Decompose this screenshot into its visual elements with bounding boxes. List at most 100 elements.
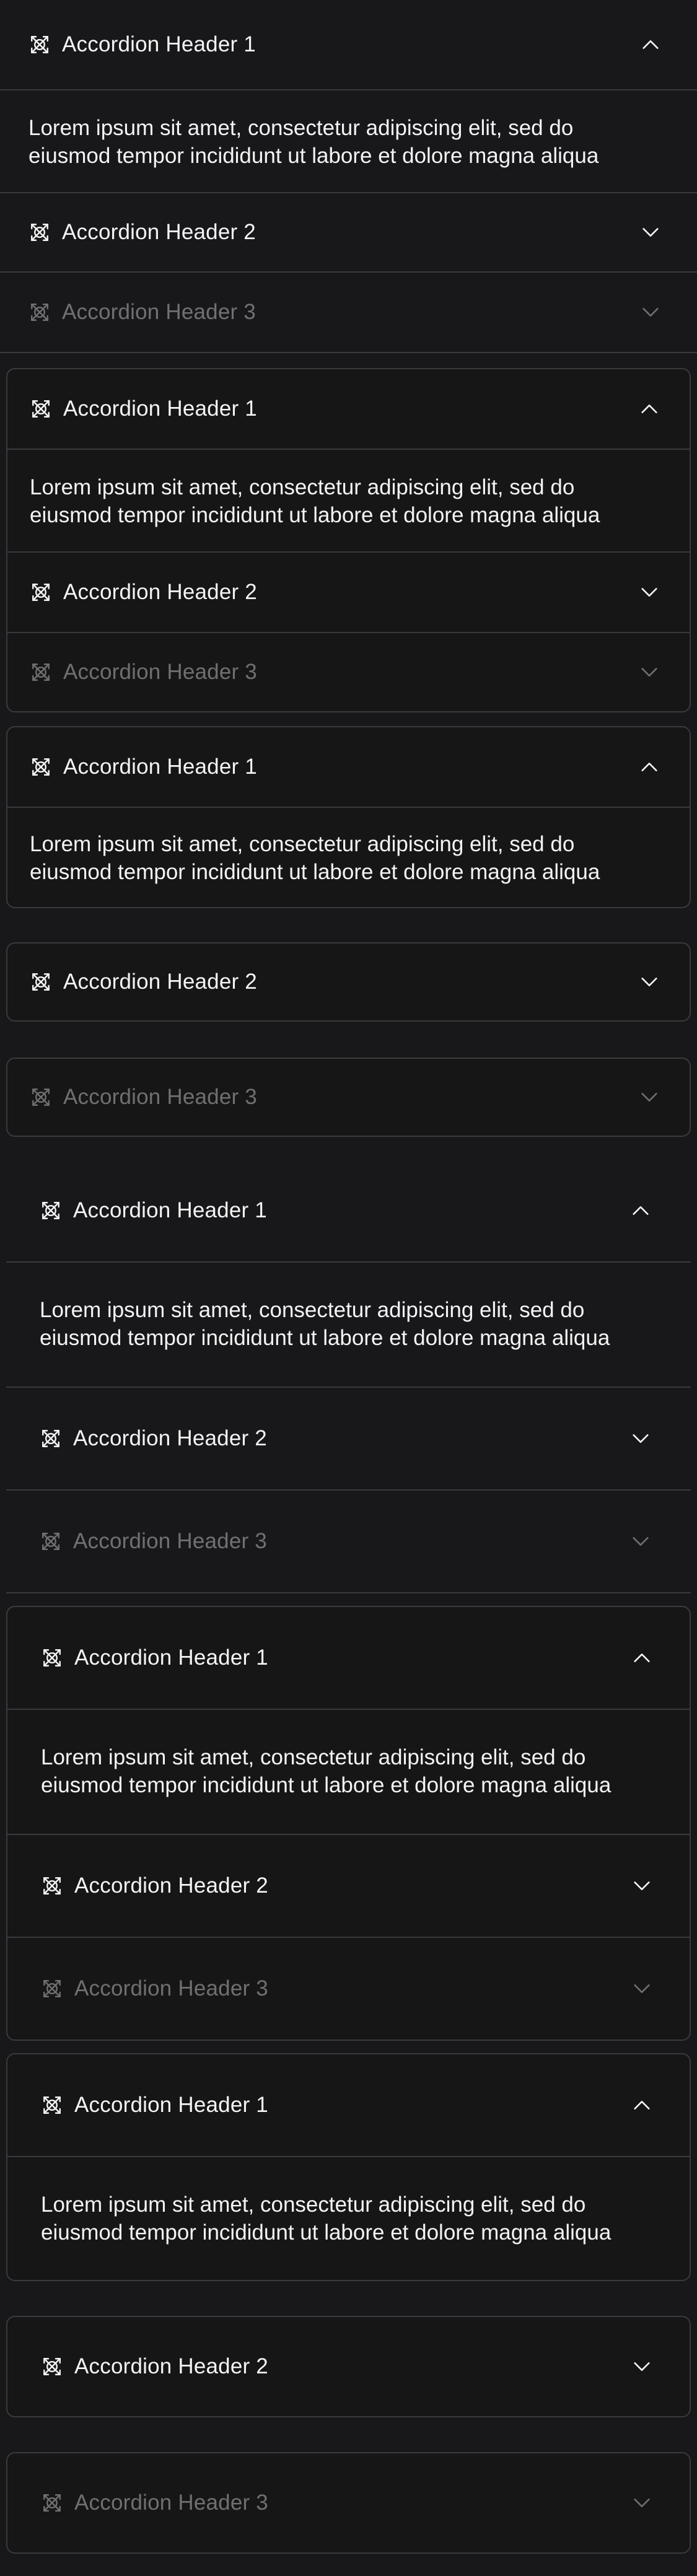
placeholder-x-icon xyxy=(40,1427,62,1450)
accordion-header-2[interactable]: Accordion Header 2 xyxy=(7,944,690,1020)
accordion-item-1: Accordion Header 1 xyxy=(7,727,690,808)
accordion-item-3: Accordion Header 3 xyxy=(7,633,690,711)
accordion-flush-large: Accordion Header 1 Lorem ipsum sit amet,… xyxy=(6,1160,691,1593)
placeholder-x-icon xyxy=(28,33,51,56)
accordion-header-1-title: Accordion Header 1 xyxy=(74,2093,268,2117)
chevron-down-icon[interactable] xyxy=(639,582,660,603)
chevron-up-icon[interactable] xyxy=(630,1200,651,1221)
accordion-header-3-title: Accordion Header 3 xyxy=(63,660,257,684)
chevron-up-icon[interactable] xyxy=(639,756,660,778)
chevron-down-icon[interactable] xyxy=(631,2356,652,2377)
chevron-up-icon[interactable] xyxy=(631,2095,652,2116)
accordion-item-2: Accordion Header 2 xyxy=(7,553,690,633)
accordion-card-2-large: Accordion Header 2 xyxy=(6,2316,691,2417)
placeholder-x-icon xyxy=(41,2355,63,2378)
chevron-down-icon xyxy=(631,1978,652,1999)
accordion-header-1[interactable]: Accordion Header 1 xyxy=(7,369,690,449)
accordion-header-2[interactable]: Accordion Header 2 xyxy=(7,553,690,632)
chevron-down-icon[interactable] xyxy=(639,971,660,992)
accordion-header-2[interactable]: Accordion Header 2 xyxy=(6,1388,691,1489)
accordion-body-text: Lorem ipsum sit amet, consectetur adipis… xyxy=(41,2193,612,2245)
accordion-content-1: Lorem ipsum sit amet, consectetur adipis… xyxy=(7,2157,690,2280)
accordion-card-1-large: Accordion Header 1 Lorem ipsum sit amet,… xyxy=(6,2053,691,2281)
accordion-header-2-title: Accordion Header 2 xyxy=(74,2354,268,2378)
chevron-up-icon[interactable] xyxy=(631,1647,652,1668)
accordion-bordered-compact: Accordion Header 1 Lorem ipsum sit amet,… xyxy=(6,368,691,712)
accordion-header-1[interactable]: Accordion Header 1 xyxy=(7,1607,690,1709)
accordion-header-3: Accordion Header 3 xyxy=(6,1491,691,1592)
accordion-item-1: Accordion Header 1 xyxy=(6,1160,691,1263)
accordion-header-2-title: Accordion Header 2 xyxy=(74,1873,268,1898)
accordion-header-1[interactable]: Accordion Header 1 xyxy=(7,2054,690,2156)
placeholder-x-icon xyxy=(28,301,51,323)
placeholder-x-icon xyxy=(30,756,52,778)
chevron-down-icon xyxy=(639,1087,660,1108)
accordion-card-1-compact: Accordion Header 1 Lorem ipsum sit amet,… xyxy=(6,726,691,908)
placeholder-x-icon xyxy=(28,221,51,243)
chevron-up-icon[interactable] xyxy=(640,34,661,55)
accordion-content-1: Lorem ipsum sit amet, consectetur adipis… xyxy=(0,90,697,193)
placeholder-x-icon xyxy=(30,581,52,603)
accordion-header-2-title: Accordion Header 2 xyxy=(63,580,257,604)
accordion-content-1: Lorem ipsum sit amet, consectetur adipis… xyxy=(7,1710,690,1835)
accordion-card-2-compact: Accordion Header 2 xyxy=(6,942,691,1022)
accordion-header-1-title: Accordion Header 1 xyxy=(73,1198,267,1222)
placeholder-x-icon xyxy=(30,661,52,683)
accordion-content-1: Lorem ipsum sit amet, consectetur adipis… xyxy=(6,1263,691,1388)
accordion-item-3: Accordion Header 3 xyxy=(7,1059,690,1136)
accordion-flush-compact: Accordion Header 1 Lorem ipsum sit amet,… xyxy=(0,0,697,353)
accordion-header-3-title: Accordion Header 3 xyxy=(73,1529,267,1553)
chevron-down-icon xyxy=(631,2492,652,2513)
placeholder-x-icon xyxy=(41,1978,63,2000)
placeholder-x-icon xyxy=(41,2492,63,2514)
accordion-header-2[interactable]: Accordion Header 2 xyxy=(7,2317,690,2416)
accordion-header-1[interactable]: Accordion Header 1 xyxy=(0,0,697,89)
accordion-header-3: Accordion Header 3 xyxy=(7,1059,690,1136)
accordion-body-text: Lorem ipsum sit amet, consectetur adipis… xyxy=(40,1298,610,1350)
accordion-content-1: Lorem ipsum sit amet, consectetur adipis… xyxy=(7,450,690,553)
accordion-item-3: Accordion Header 3 xyxy=(6,1491,691,1593)
accordion-header-2[interactable]: Accordion Header 2 xyxy=(7,1835,690,1937)
accordion-item-2: Accordion Header 2 xyxy=(7,944,690,1020)
chevron-down-icon[interactable] xyxy=(630,1428,651,1449)
accordion-body-text: Lorem ipsum sit amet, consectetur adipis… xyxy=(30,832,600,884)
accordion-item-3: Accordion Header 3 xyxy=(7,2453,690,2552)
accordion-header-3: Accordion Header 3 xyxy=(7,1938,690,2039)
chevron-down-icon[interactable] xyxy=(631,1875,652,1896)
accordion-item-1: Accordion Header 1 xyxy=(7,2054,690,2157)
accordion-item-1: Accordion Header 1 xyxy=(0,0,697,90)
accordion-item-2: Accordion Header 2 xyxy=(7,2317,690,2416)
accordion-header-3: Accordion Header 3 xyxy=(7,633,690,711)
accordion-header-3-title: Accordion Header 3 xyxy=(62,300,256,324)
accordion-content-1: Lorem ipsum sit amet, consectetur adipis… xyxy=(7,808,690,907)
accordion-bordered-large: Accordion Header 1 Lorem ipsum sit amet,… xyxy=(6,1606,691,2041)
accordion-header-3-title: Accordion Header 3 xyxy=(74,2491,268,2515)
chevron-down-icon[interactable] xyxy=(640,222,661,243)
accordion-header-3: Accordion Header 3 xyxy=(7,2453,690,2552)
accordion-body-text: Lorem ipsum sit amet, consectetur adipis… xyxy=(41,1745,612,1797)
accordion-body-text: Lorem ipsum sit amet, consectetur adipis… xyxy=(28,116,599,168)
placeholder-x-icon xyxy=(40,1199,62,1222)
accordion-item-2: Accordion Header 2 xyxy=(7,1835,690,1938)
placeholder-x-icon xyxy=(41,1875,63,1897)
chevron-down-icon xyxy=(640,302,661,323)
accordion-header-2-title: Accordion Header 2 xyxy=(62,220,256,244)
accordion-item-2: Accordion Header 2 xyxy=(6,1388,691,1491)
placeholder-x-icon xyxy=(41,2094,63,2116)
accordion-header-1[interactable]: Accordion Header 1 xyxy=(6,1160,691,1261)
placeholder-x-icon xyxy=(30,1086,52,1108)
chevron-down-icon xyxy=(630,1531,651,1552)
accordion-header-2[interactable]: Accordion Header 2 xyxy=(0,193,697,271)
placeholder-x-icon xyxy=(40,1530,62,1553)
chevron-up-icon[interactable] xyxy=(639,398,660,419)
placeholder-x-icon xyxy=(30,398,52,420)
accordion-card-3-compact: Accordion Header 3 xyxy=(6,1058,691,1137)
accordion-header-2-title: Accordion Header 2 xyxy=(63,970,257,994)
accordion-header-1-title: Accordion Header 1 xyxy=(63,396,257,421)
accordion-header-1-title: Accordion Header 1 xyxy=(74,1645,268,1670)
accordion-header-1-title: Accordion Header 1 xyxy=(62,32,256,56)
accordion-item-1: Accordion Header 1 xyxy=(7,1607,690,1710)
placeholder-x-icon xyxy=(41,1647,63,1669)
accordion-header-1[interactable]: Accordion Header 1 xyxy=(7,727,690,807)
accordion-body-text: Lorem ipsum sit amet, consectetur adipis… xyxy=(30,475,600,527)
